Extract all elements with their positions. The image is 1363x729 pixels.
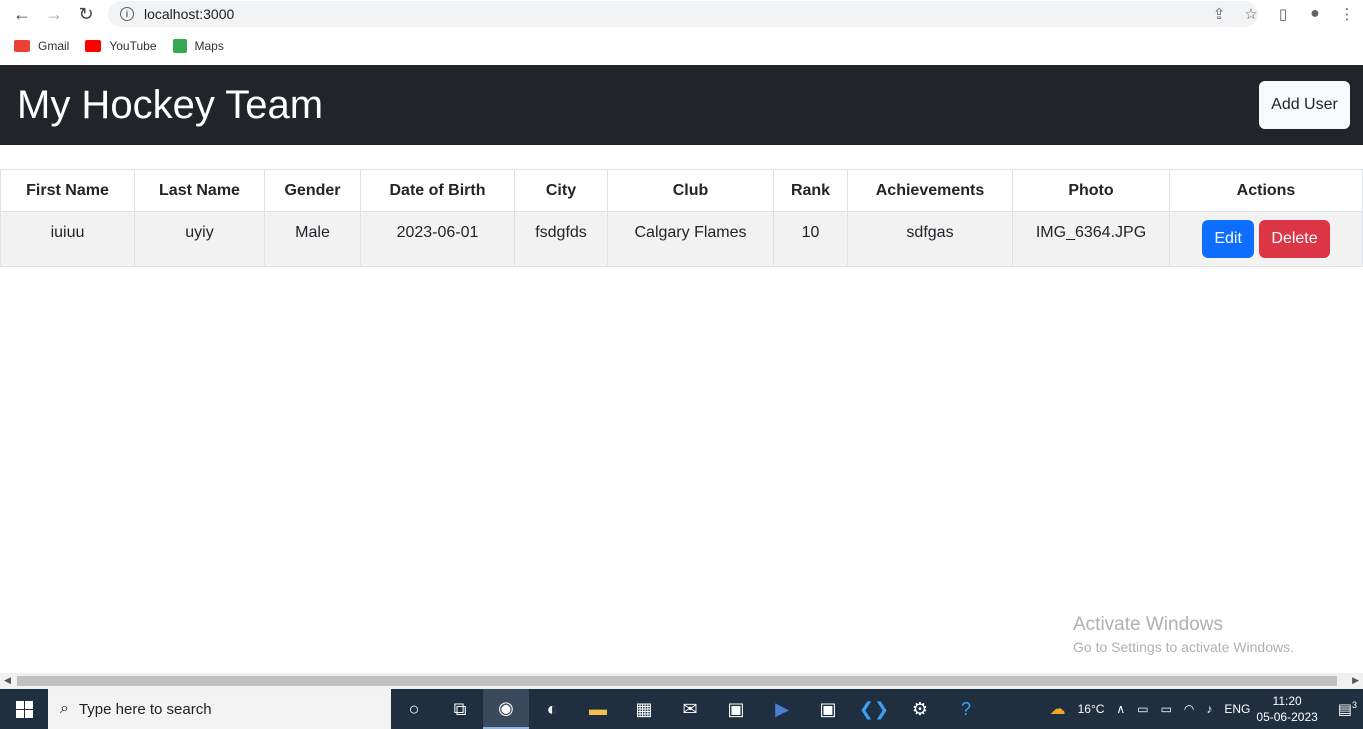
language-indicator[interactable]: ENG <box>1224 702 1250 716</box>
header-city: City <box>514 169 608 212</box>
edge-icon[interactable]: ◐ <box>529 689 575 729</box>
horizontal-scrollbar[interactable]: ◀ ▶ <box>0 673 1363 689</box>
bookmark-label: Gmail <box>38 39 70 53</box>
watermark-subtitle: Go to Settings to activate Windows. <box>1073 639 1294 655</box>
powershell-icon[interactable]: ▶ <box>759 689 805 729</box>
file-explorer-icon[interactable]: ▬ <box>575 689 621 729</box>
system-tray: ☁ 16°C ∧ ▭ ▭ ◠ ♪ ENG 11:20 05-06-2023 ▤3 <box>1044 689 1363 729</box>
profile-avatar[interactable]: ● <box>1299 5 1331 23</box>
scroll-right-icon[interactable]: ▶ <box>1352 675 1359 686</box>
players-table: First Name Last Name Gender Date of Birt… <box>0 169 1363 267</box>
mail-icon[interactable]: ✉ <box>667 689 713 729</box>
windows-logo-icon <box>15 700 33 718</box>
maps-icon <box>172 39 187 53</box>
app-navbar: My Hockey Team <box>0 65 1363 145</box>
add-user-button[interactable]: Add User <box>1259 81 1350 129</box>
help-icon[interactable]: ? <box>943 689 989 729</box>
cell-club: Calgary Flames <box>607 211 774 267</box>
cell-actions: Edit Delete <box>1169 211 1363 267</box>
cell-achievements: sdfgas <box>847 211 1013 267</box>
cmd-icon[interactable]: ▣ <box>805 689 851 729</box>
delete-button[interactable]: Delete <box>1259 220 1330 258</box>
task-view-icon[interactable]: ⧉ <box>437 689 483 729</box>
header-rank: Rank <box>773 169 848 212</box>
forward-icon[interactable]: → <box>38 0 70 28</box>
url-text: localhost:3000 <box>144 6 235 22</box>
wifi-icon[interactable]: ◠ <box>1184 702 1194 716</box>
site-info-icon[interactable]: i <box>120 7 134 21</box>
bookmark-gmail[interactable]: Gmail <box>14 39 69 53</box>
chevron-up-icon[interactable]: ∧ <box>1116 702 1125 716</box>
edit-button[interactable]: Edit <box>1202 220 1254 258</box>
cortana-icon[interactable]: ○ <box>391 689 437 729</box>
terminal-icon[interactable]: ▣ <box>713 689 759 729</box>
bookmark-maps[interactable]: Maps <box>172 39 224 53</box>
header-last-name: Last Name <box>134 169 265 212</box>
cell-city: fsdgfds <box>514 211 608 267</box>
weather-temp[interactable]: 16°C <box>1078 702 1105 716</box>
browser-toolbar: ← → ↻ i localhost:3000 ⇪ ☆ ▯ ● ⋮ <box>0 0 1363 28</box>
weather-icon[interactable]: ☁ <box>1050 699 1066 719</box>
menu-icon[interactable]: ⋮ <box>1331 5 1363 23</box>
clock[interactable]: 11:20 05-06-2023 <box>1256 693 1317 725</box>
side-panel-icon[interactable]: ▯ <box>1267 5 1299 23</box>
vscode-icon[interactable]: ❮❯ <box>851 689 897 729</box>
bookmarks-bar: Gmail YouTube Maps <box>0 32 1363 60</box>
activate-windows-watermark: Activate Windows Go to Settings to activ… <box>1073 614 1294 655</box>
cell-dob: 2023-06-01 <box>360 211 515 267</box>
taskbar-search[interactable]: ⌕ Type here to search <box>48 689 391 729</box>
store-icon[interactable]: ▦ <box>621 689 667 729</box>
search-placeholder: Type here to search <box>78 700 212 718</box>
start-button[interactable] <box>0 689 48 729</box>
header-dob: Date of Birth <box>360 169 515 212</box>
settings-icon[interactable]: ⚙ <box>897 689 943 729</box>
chrome-icon[interactable]: ◉ <box>483 689 529 729</box>
cell-gender: Male <box>264 211 361 267</box>
share-icon[interactable]: ⇪ <box>1203 5 1235 23</box>
gmail-icon <box>14 40 30 52</box>
windows-taskbar: ⌕ Type here to search ○ ⧉ ◉ ◐ ▬ ▦ ✉ ▣ ▶ … <box>0 689 1363 729</box>
youtube-icon <box>85 40 102 52</box>
scrollbar-thumb[interactable] <box>17 676 1337 686</box>
header-club: Club <box>607 169 774 212</box>
clock-date: 05-06-2023 <box>1256 710 1318 724</box>
address-bar[interactable]: i localhost:3000 <box>108 1 1258 27</box>
battery-icon[interactable]: ▭ <box>1161 702 1172 716</box>
reload-icon[interactable]: ↻ <box>70 0 102 28</box>
app-title: My Hockey Team <box>17 83 324 127</box>
search-icon: ⌕ <box>60 700 69 717</box>
scroll-left-icon[interactable]: ◀ <box>4 675 11 686</box>
notification-count: 3 <box>1351 700 1357 710</box>
table-header-row: First Name Last Name Gender Date of Birt… <box>0 169 1363 212</box>
header-first-name: First Name <box>0 169 135 212</box>
header-actions: Actions <box>1169 169 1363 212</box>
header-gender: Gender <box>264 169 361 212</box>
volume-icon[interactable]: ♪ <box>1206 702 1212 716</box>
back-icon[interactable]: ← <box>6 0 38 28</box>
watermark-title: Activate Windows <box>1073 614 1223 635</box>
notification-icon[interactable]: ▤3 <box>1338 700 1357 718</box>
cell-photo: IMG_6364.JPG <box>1012 211 1170 267</box>
cell-first-name: iuiuu <box>0 211 135 267</box>
bookmark-youtube[interactable]: YouTube <box>85 39 157 53</box>
cell-last-name: uyiy <box>134 211 265 267</box>
header-achievements: Achievements <box>847 169 1013 212</box>
clock-time: 11:20 <box>1272 694 1302 708</box>
table-row: iuiuu uyiy Male 2023-06-01 fsdgfds Calga… <box>0 211 1363 267</box>
meet-icon[interactable]: ▭ <box>1137 702 1148 716</box>
header-photo: Photo <box>1012 169 1170 212</box>
bookmark-label: Maps <box>194 39 224 53</box>
bookmark-label: YouTube <box>109 39 157 53</box>
cell-rank: 10 <box>773 211 848 267</box>
bookmark-star-icon[interactable]: ☆ <box>1235 5 1267 23</box>
